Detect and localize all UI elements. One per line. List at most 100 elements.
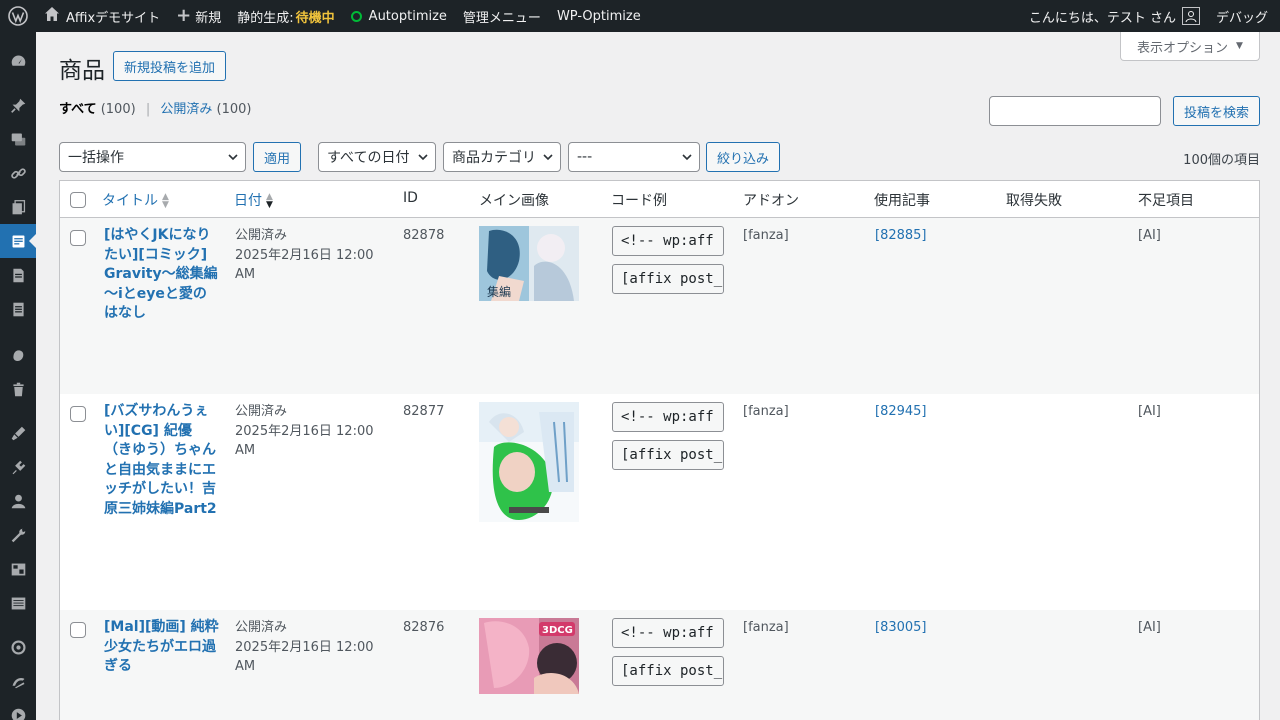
- products-icon[interactable]: [0, 224, 36, 258]
- home-icon: [44, 6, 60, 26]
- dashboard-icon[interactable]: [0, 44, 36, 78]
- missing-value: [AI]: [1138, 228, 1161, 243]
- media-icon[interactable]: [0, 122, 36, 156]
- column-id: ID: [403, 190, 418, 206]
- post-date: 公開済み 2025年2月16日 12:00 AM: [235, 402, 375, 461]
- static-status: 待機中: [295, 10, 335, 26]
- post-status: 公開済み: [235, 620, 288, 635]
- tools-icon[interactable]: [0, 518, 36, 552]
- admin-menu-link[interactable]: 管理メニュー: [455, 0, 549, 32]
- pages-icon[interactable]: [0, 190, 36, 224]
- plus-icon: +: [176, 5, 192, 26]
- column-date[interactable]: 日付 ▲ ▼: [234, 190, 273, 210]
- wp-optimize-menu[interactable]: WP-Optimize: [549, 0, 649, 32]
- sort-icon: ▲ ▼: [162, 192, 169, 210]
- extra-filter-select[interactable]: ---: [568, 142, 700, 172]
- posts-pin-icon[interactable]: [0, 88, 36, 122]
- used-article-link[interactable]: [82945]: [875, 402, 927, 422]
- items-count: 100個の項目: [1183, 153, 1260, 168]
- addon-value: [fanza]: [743, 404, 789, 419]
- main-image-thumbnail[interactable]: 3DCG: [479, 618, 579, 694]
- code-sample-block[interactable]: <!-- wp:aff: [612, 618, 724, 648]
- post-status: 公開済み: [235, 228, 288, 243]
- view-separator: |: [145, 102, 151, 117]
- column-addon: アドオン: [743, 193, 799, 209]
- post-id: 82876: [403, 620, 445, 635]
- view-published-count: (100): [216, 102, 252, 117]
- table-icon[interactable]: [0, 586, 36, 620]
- page-title: 商品: [59, 58, 105, 84]
- search-input[interactable]: [989, 96, 1161, 126]
- category-filter-select[interactable]: 商品カテゴリ: [443, 142, 561, 172]
- used-article-link[interactable]: [83005]: [875, 618, 927, 638]
- code-sample-shortcode[interactable]: [affix post_: [612, 440, 724, 470]
- post-status: 公開済み: [235, 404, 288, 419]
- main-image-thumbnail[interactable]: [479, 402, 579, 522]
- trash-icon[interactable]: [0, 372, 36, 406]
- my-account-menu[interactable]: こんにちは、テスト さん: [1021, 0, 1208, 32]
- users-icon[interactable]: [0, 484, 36, 518]
- play-icon[interactable]: [0, 698, 36, 720]
- chevron-down-icon: [682, 154, 692, 161]
- sort-desc-icon: ▲ ▼: [266, 192, 273, 210]
- post-date: 公開済み 2025年2月16日 12:00 AM: [235, 226, 375, 285]
- document-list-icon[interactable]: [0, 292, 36, 326]
- code-sample-shortcode[interactable]: [affix post_: [612, 656, 724, 686]
- document-icon[interactable]: [0, 258, 36, 292]
- static-generation-status[interactable]: 静的生成: 待機中: [229, 0, 342, 32]
- column-title[interactable]: タイトル ▲ ▼: [102, 190, 169, 210]
- add-new-post-button[interactable]: 新規投稿を追加: [113, 51, 227, 81]
- performance-icon[interactable]: [0, 664, 36, 698]
- table-header: タイトル ▲ ▼ 日付 ▲ ▼ ID メイン画像 コード例 アドオン 使用記事 取得失敗…: [60, 181, 1259, 218]
- blob-icon[interactable]: [0, 338, 36, 372]
- view-all[interactable]: すべて: [59, 102, 97, 117]
- missing-value: [AI]: [1138, 404, 1161, 419]
- column-date-label: 日付: [234, 193, 262, 209]
- filter-button[interactable]: 絞り込み: [706, 142, 781, 172]
- date-filter-select[interactable]: すべての日付: [318, 142, 436, 172]
- post-title-link[interactable]: [はやくJKになりたい][コミック] Gravity～総集編～iとeyeと愛のは…: [104, 226, 219, 324]
- admin-sidebar: [0, 32, 36, 720]
- bulk-action-value: 一括操作: [68, 150, 124, 166]
- bulk-action-select[interactable]: 一括操作: [59, 142, 246, 172]
- column-title-label: タイトル: [102, 193, 158, 209]
- row-checkbox[interactable]: [70, 230, 86, 246]
- post-date-value: 2025年2月16日 12:00 AM: [235, 423, 374, 459]
- debug-menu[interactable]: デバッグ: [1208, 0, 1280, 32]
- used-article-link[interactable]: [82885]: [875, 226, 927, 246]
- chevron-down-icon: [418, 154, 428, 161]
- wordpress-logo-icon[interactable]: [0, 0, 36, 32]
- missing-value: [AI]: [1138, 620, 1161, 635]
- new-content-menu[interactable]: + 新規: [168, 0, 229, 32]
- date-filter-value: すべての日付: [327, 150, 410, 166]
- admin-menu-label: 管理メニュー: [462, 10, 541, 26]
- addon-value: [fanza]: [743, 228, 789, 243]
- main-image-thumbnail[interactable]: 集編: [479, 226, 579, 301]
- links-icon[interactable]: [0, 156, 36, 190]
- post-id: 82877: [403, 404, 445, 419]
- admin-bar: Affixデモサイト + 新規 静的生成: 待機中 Autoptimize 管理…: [0, 0, 1280, 32]
- site-name-menu[interactable]: Affixデモサイト: [36, 0, 168, 32]
- code-sample-block[interactable]: <!-- wp:aff: [612, 402, 724, 432]
- select-all-checkbox[interactable]: [70, 192, 86, 208]
- row-checkbox[interactable]: [70, 406, 86, 422]
- new-label: 新規: [195, 10, 222, 26]
- plugins-icon[interactable]: [0, 450, 36, 484]
- settings-grid-icon[interactable]: [0, 552, 36, 586]
- appearance-icon[interactable]: [0, 416, 36, 450]
- view-published[interactable]: 公開済み: [160, 102, 212, 117]
- post-title-link[interactable]: [Mal][動画] 純粋少女たちがエロ過ぎる: [104, 618, 219, 677]
- code-sample-block[interactable]: <!-- wp:aff: [612, 226, 724, 256]
- optimize-icon[interactable]: [0, 630, 36, 664]
- post-title-link[interactable]: [バズサわんうぇい][CG] 紀優（きゆう）ちゃんと自由気ままにエッチがしたい！…: [104, 402, 219, 519]
- debug-label: デバッグ: [1215, 10, 1268, 26]
- autoptimize-menu[interactable]: Autoptimize: [343, 0, 455, 32]
- apply-button[interactable]: 適用: [253, 142, 302, 172]
- column-code: コード例: [611, 193, 667, 209]
- row-checkbox[interactable]: [70, 622, 86, 638]
- site-name: Affixデモサイト: [66, 10, 161, 26]
- search-posts-button[interactable]: 投稿を検索: [1173, 96, 1261, 126]
- screen-options-label: 表示オプション: [1137, 40, 1229, 56]
- code-sample-shortcode[interactable]: [affix post_: [612, 264, 724, 294]
- screen-options-button[interactable]: 表示オプション ▼: [1120, 32, 1260, 61]
